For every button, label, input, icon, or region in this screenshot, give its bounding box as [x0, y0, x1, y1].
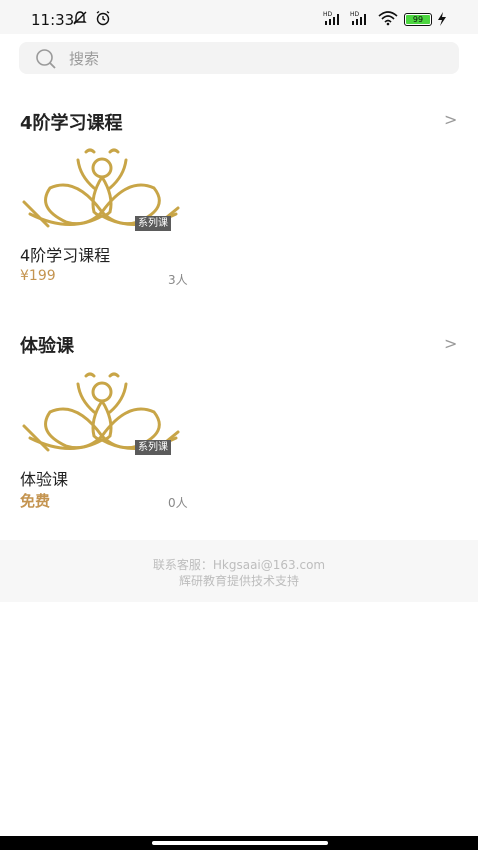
section-title: 体验课 — [20, 336, 74, 357]
powered-by-text: 辉研教育提供技术支持 — [178, 574, 299, 588]
status-bar: 11:33 HD HD 99 — [0, 0, 478, 34]
wifi-icon — [378, 11, 398, 26]
course-title[interactable]: 体验课 — [20, 466, 68, 490]
home-indicator[interactable] — [152, 841, 328, 845]
course-thumbnail[interactable]: 系列课 — [20, 146, 184, 234]
svg-text:HD: HD — [350, 11, 360, 18]
course-title[interactable]: 4阶学习课程 — [20, 242, 110, 266]
hd-signal-icon: HD — [323, 11, 339, 25]
footer: 联系客服：Hkgsaai@163.com 辉研教育提供技术支持 — [0, 540, 478, 602]
alarm-icon — [96, 10, 110, 26]
course-type-badge: 系列课 — [135, 216, 171, 231]
search-bar[interactable]: 搜索 — [19, 42, 459, 74]
enrolled-count: 3人 — [168, 273, 188, 287]
search-icon — [36, 49, 56, 69]
status-time: 11:33 — [31, 11, 75, 29]
enrolled-count: 0人 — [168, 496, 188, 510]
silent-bell-icon — [73, 11, 87, 25]
svg-text:HD: HD — [323, 11, 333, 18]
section-more-chevron[interactable]: > — [444, 334, 457, 353]
search-input[interactable]: 搜索 — [69, 48, 99, 69]
course-price: ¥199 — [20, 268, 56, 284]
section-title: 4阶学习课程 — [20, 113, 123, 134]
battery-icon: 99 — [404, 13, 432, 26]
hd-signal-icon: HD — [350, 11, 366, 25]
contact-text: 联系客服：Hkgsaai@163.com — [152, 558, 326, 572]
course-thumbnail[interactable]: 系列课 — [20, 370, 184, 458]
course-price: 免费 — [20, 492, 51, 510]
section-more-chevron[interactable]: > — [444, 110, 457, 129]
charging-icon — [438, 12, 446, 26]
battery-level: 99 — [406, 15, 430, 24]
course-type-badge: 系列课 — [135, 440, 171, 455]
